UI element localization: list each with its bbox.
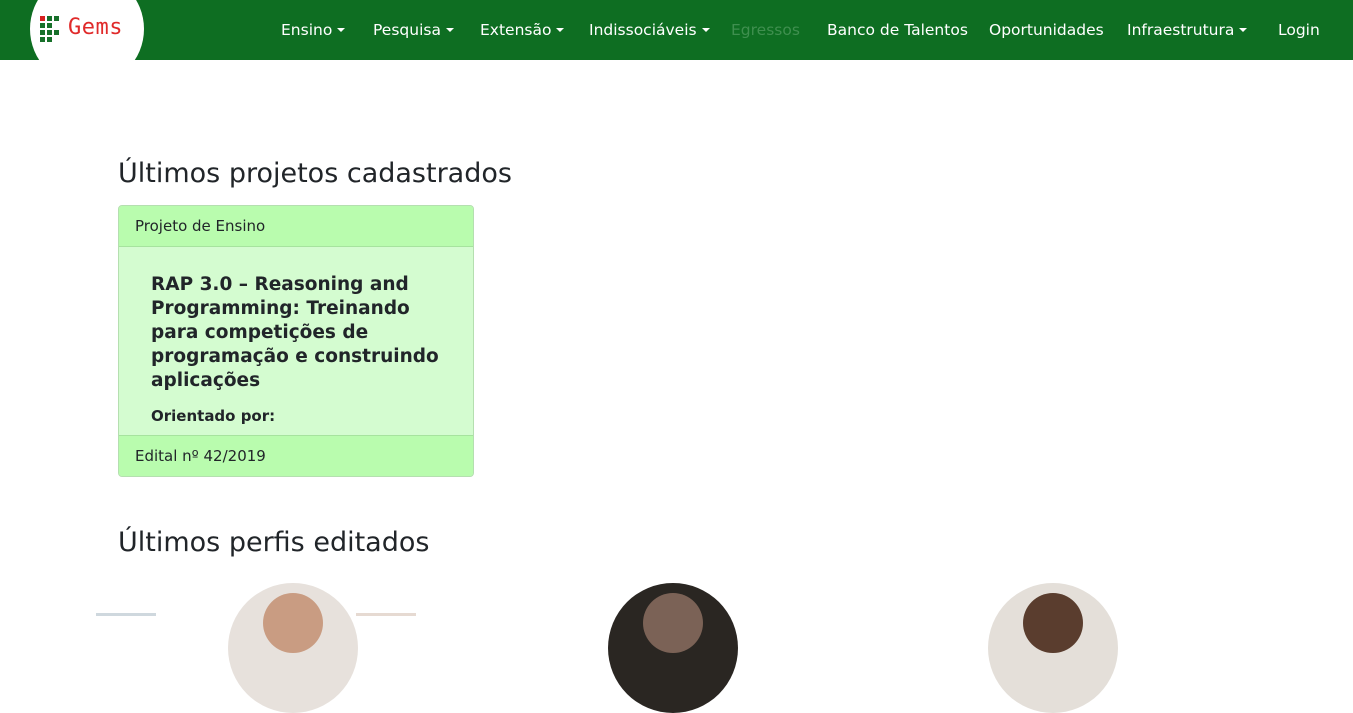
- nav-banco-label: Banco de Talentos: [827, 21, 968, 39]
- brand-logo[interactable]: Gems: [30, 0, 144, 86]
- profile-avatar-2[interactable]: [608, 583, 738, 713]
- project-card-body: RAP 3.0 – Reasoning and Programming: Tre…: [119, 247, 473, 435]
- nav-egressos[interactable]: Egressos: [731, 19, 800, 41]
- profile-avatar-1[interactable]: [228, 583, 358, 713]
- nav-extensao[interactable]: Extensão: [480, 19, 565, 41]
- nav-extensao-label: Extensão: [480, 21, 552, 39]
- caret-down-icon: [701, 28, 710, 32]
- nav-indissociaveis[interactable]: Indissociáveis: [589, 19, 710, 41]
- top-navbar: Gems Ensino Pesquisa Extensão Indissociá…: [0, 0, 1353, 86]
- nav-ensino-label: Ensino: [281, 21, 333, 39]
- project-title[interactable]: RAP 3.0 – Reasoning and Programming: Tre…: [151, 273, 441, 393]
- caret-down-icon: [445, 28, 454, 32]
- nav-oportunidades[interactable]: Oportunidades: [989, 19, 1104, 41]
- nav-egressos-label: Egressos: [731, 21, 800, 39]
- project-card-header: Projeto de Ensino: [119, 206, 473, 247]
- avatar-photo: [643, 593, 703, 653]
- caret-down-icon: [337, 28, 346, 32]
- nav-pesquisa[interactable]: Pesquisa: [373, 19, 454, 41]
- avatar-photo: [1023, 593, 1083, 653]
- avatar-photo: [263, 593, 323, 653]
- login-link[interactable]: Login: [1278, 19, 1320, 41]
- nav-infraestrutura-label: Infraestrutura: [1127, 21, 1235, 39]
- nav-pesquisa-label: Pesquisa: [373, 21, 441, 39]
- brand-name: Gems: [68, 15, 123, 40]
- nav-infraestrutura[interactable]: Infraestrutura: [1127, 19, 1248, 41]
- profile-avatar-3[interactable]: [988, 583, 1118, 713]
- project-card-footer: Edital nº 42/2019: [119, 435, 473, 476]
- nav-indissociaveis-label: Indissociáveis: [589, 21, 697, 39]
- nav-banco-de-talentos[interactable]: Banco de Talentos: [827, 19, 968, 41]
- caret-down-icon: [556, 28, 565, 32]
- project-card[interactable]: Projeto de Ensino RAP 3.0 – Reasoning an…: [118, 205, 474, 477]
- caret-down-icon: [1239, 28, 1248, 32]
- profiles-section-title: Últimos perfis editados: [118, 527, 430, 558]
- advisor-label: Orientado por:: [151, 407, 276, 425]
- institute-logo-icon: [40, 16, 59, 42]
- projects-section-title: Últimos projetos cadastrados: [118, 158, 512, 189]
- nav-oportunidades-label: Oportunidades: [989, 21, 1104, 39]
- nav-ensino[interactable]: Ensino: [281, 19, 346, 41]
